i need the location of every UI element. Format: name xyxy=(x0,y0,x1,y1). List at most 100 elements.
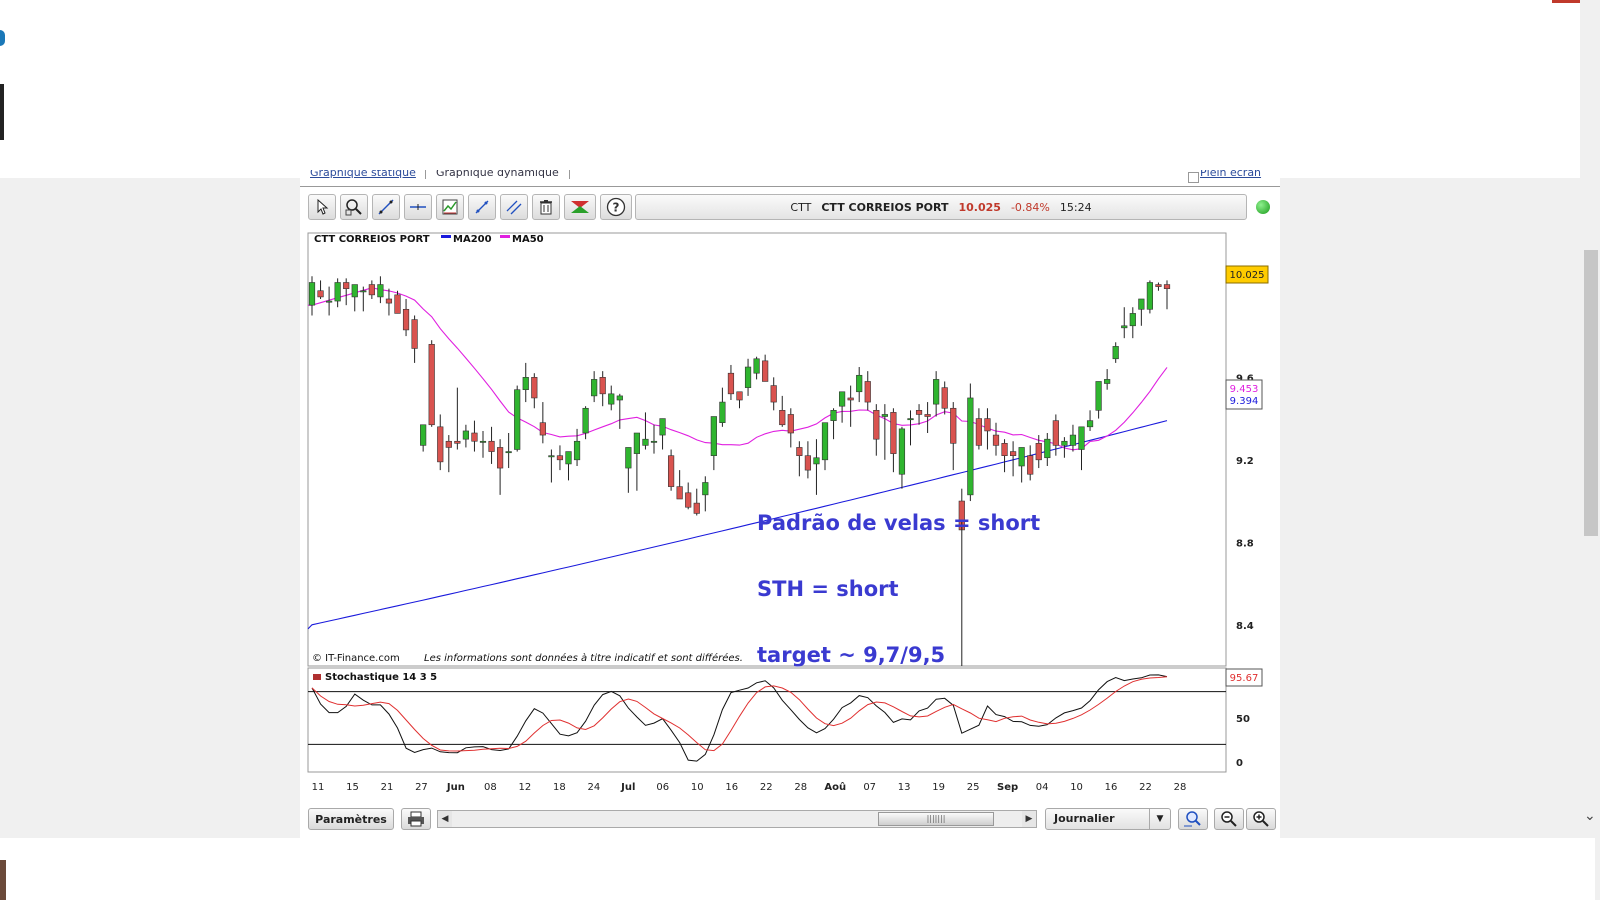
channel-icon xyxy=(506,200,522,215)
candle-body xyxy=(351,284,358,298)
main-plot-frame xyxy=(307,232,1227,667)
candle-body xyxy=(1129,313,1136,327)
candle-body xyxy=(420,424,427,446)
scroll-left-icon[interactable]: ◀ xyxy=(438,811,452,827)
candle-body xyxy=(1155,284,1162,287)
candle-body xyxy=(890,412,897,454)
candle-body xyxy=(702,482,709,496)
legend-ma50: MA50 xyxy=(512,234,544,245)
candle-body xyxy=(676,486,683,500)
zoom-area-tool-button[interactable] xyxy=(340,194,368,220)
candle-body xyxy=(642,438,649,446)
candle-body xyxy=(736,391,743,401)
candle-body xyxy=(796,447,803,456)
horizontal-line-icon xyxy=(410,204,426,210)
settings-button[interactable]: Paramètres xyxy=(308,808,394,830)
x-tick-label: 15 xyxy=(346,782,359,793)
candle-body xyxy=(1035,443,1042,461)
tab-dynamic-chart[interactable]: Graphique dynamique xyxy=(425,170,570,179)
candle-body xyxy=(744,366,752,388)
fibonacci-icon xyxy=(475,200,489,214)
help-icon: ? xyxy=(606,197,626,217)
candle-body xyxy=(1095,381,1102,411)
help-button[interactable]: ? xyxy=(600,194,632,220)
period-select[interactable]: Journalier ▼ xyxy=(1045,808,1171,830)
candle-body xyxy=(556,455,564,461)
timeline-scrollbar[interactable]: ◀ ||||||| ▶ xyxy=(437,810,1037,828)
timeline-scroll-thumb[interactable]: ||||||| xyxy=(878,812,994,826)
candle-body xyxy=(1163,284,1171,289)
candle-body xyxy=(539,422,546,436)
x-tick-label: 06 xyxy=(656,782,669,793)
candle-body xyxy=(1044,438,1051,459)
x-tick-label: 22 xyxy=(1139,782,1152,793)
candle-body xyxy=(360,290,367,293)
x-tick-label: 24 xyxy=(587,782,600,793)
cursor-icon xyxy=(317,199,329,215)
candle-body xyxy=(847,397,854,401)
candle-body xyxy=(1146,282,1153,310)
candle-body xyxy=(650,440,658,443)
candle-body xyxy=(830,410,837,421)
candle-body xyxy=(582,407,589,434)
candle-body xyxy=(591,379,598,397)
candle-body xyxy=(497,447,504,469)
print-button[interactable] xyxy=(401,808,431,830)
browser-bottom-area xyxy=(0,838,1595,900)
candle-body xyxy=(531,377,538,399)
signal-button[interactable] xyxy=(564,194,596,220)
delete-drawings-button[interactable] xyxy=(532,194,560,220)
quote-bar: CTT CTT CORREIOS PORT 10.025 -0.84% 15:2… xyxy=(635,194,1247,220)
candle-body xyxy=(462,430,470,440)
candle-body xyxy=(599,377,606,395)
fibonacci-tool-button[interactable] xyxy=(468,194,496,220)
stoch-legend: Stochastique 14 3 5 xyxy=(325,672,437,683)
candle-body xyxy=(343,282,350,289)
ma50-label: 9.453 xyxy=(1230,384,1259,395)
quote-ticker: CTT xyxy=(790,200,812,214)
tab-fullscreen[interactable]: Plein écran xyxy=(1200,170,1261,179)
candle-body xyxy=(915,410,923,415)
candle-body xyxy=(856,374,863,393)
scroll-right-icon[interactable]: ▶ xyxy=(1022,811,1036,827)
candle-body xyxy=(1027,455,1034,475)
zoom-in-button[interactable] xyxy=(1246,808,1276,830)
indicators-icon xyxy=(442,199,458,215)
candle-body xyxy=(881,414,888,417)
candle-body xyxy=(334,282,341,302)
candle-body xyxy=(975,418,982,446)
zoom-out-button[interactable] xyxy=(1214,808,1244,830)
candle-body xyxy=(1104,379,1111,384)
candle-body xyxy=(625,447,632,469)
tab-static-chart[interactable]: Graphique statique xyxy=(310,170,416,179)
scroll-down-icon[interactable]: ⌄ xyxy=(1584,808,1596,824)
zoom-area-icon xyxy=(345,199,362,216)
copyright-text: © IT-Finance.com xyxy=(312,653,400,664)
price-chart[interactable]: 9.69.28.88.4 500 11 15 21 27 Jun 08 12 18 24 Jul 0… xyxy=(300,228,1280,808)
y-tick-label: 9.2 xyxy=(1236,456,1254,467)
trendline-tool-button[interactable] xyxy=(372,194,400,220)
candle-body xyxy=(924,414,931,417)
candle-body xyxy=(719,401,726,423)
page-scrollbar-thumb[interactable] xyxy=(1584,250,1598,536)
candle-body xyxy=(933,379,940,405)
candle-body xyxy=(787,414,794,434)
fullscreen-checkbox[interactable] xyxy=(1188,172,1199,183)
candle-body xyxy=(864,381,871,403)
candle-body xyxy=(1001,443,1008,456)
channel-tool-button[interactable] xyxy=(500,194,528,220)
x-tick-label: 28 xyxy=(1174,782,1187,793)
candle-body xyxy=(565,451,572,465)
x-tick-label: 08 xyxy=(484,782,497,793)
candle-body xyxy=(898,428,906,475)
candle-body xyxy=(608,393,615,405)
page-logo-fragment xyxy=(0,30,5,46)
x-tick-label: 10 xyxy=(691,782,704,793)
page-bottom-mark xyxy=(0,860,6,900)
indicators-tool-button[interactable] xyxy=(436,194,464,220)
zoom-fit-button[interactable] xyxy=(1178,808,1208,830)
cursor-tool-button[interactable] xyxy=(308,194,336,220)
candle-body xyxy=(907,418,914,421)
x-tick-label: 12 xyxy=(519,782,532,793)
horizontal-line-tool-button[interactable] xyxy=(404,194,432,220)
